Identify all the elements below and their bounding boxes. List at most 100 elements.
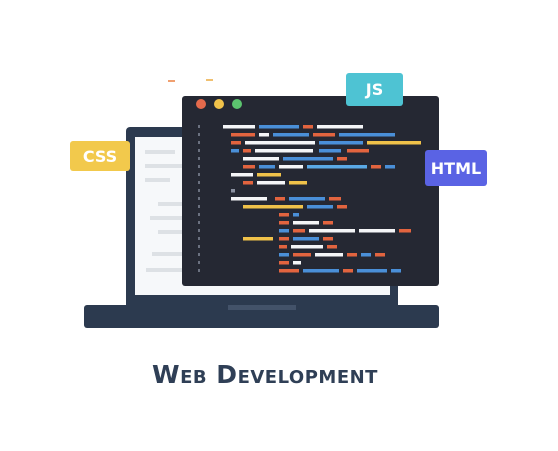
line-number-mark [198,165,200,168]
code-token [257,173,281,177]
code-token [313,133,335,137]
window-dot-red [196,99,206,109]
code-token [291,245,323,249]
html-tag: HTML [425,150,487,186]
code-token [231,173,253,177]
code-token [293,261,301,265]
line-number-mark [198,133,200,136]
line-number-mark [198,269,200,272]
line-number-mark [198,141,200,144]
code-token [391,269,401,273]
code-token [255,149,313,153]
code-token [359,229,395,233]
code-token [231,149,239,153]
code-token [367,141,421,145]
illustration: JS CSS HTML Web Development [0,0,558,447]
css-tag-label: CSS [82,146,118,166]
laptop-base-notch [228,305,296,310]
code-token [243,149,251,153]
line-number-mark [198,189,200,192]
code-token [293,253,311,257]
code-window [182,96,439,286]
line-number-mark [198,245,200,248]
code-token [243,237,273,241]
code-token [357,269,387,273]
code-token [307,205,333,209]
code-token [259,165,275,169]
code-token [339,133,395,137]
line-number-mark [198,253,200,256]
line-number-mark [198,149,200,152]
line-number-mark [198,221,200,224]
code-token [337,157,347,161]
line-number-mark [198,125,200,128]
code-token [279,245,287,249]
line-number-mark [198,197,200,200]
code-token [289,197,325,201]
code-token [245,141,315,145]
code-token [283,157,333,161]
code-token [399,229,411,233]
code-token [375,253,385,257]
code-token [279,237,289,241]
code-window-frame [182,96,439,286]
code-token [303,269,339,273]
code-token [257,181,285,185]
line-number-mark [198,229,200,232]
code-token [231,189,235,193]
code-token [231,133,255,137]
html-tag-label: HTML [430,158,482,178]
caption-title: Web Development [152,360,378,389]
code-token [293,237,319,241]
line-number-mark [198,261,200,264]
code-token [385,165,395,169]
code-token [231,141,241,145]
code-token [343,269,353,273]
code-token [309,229,355,233]
code-token [323,221,333,225]
code-token [279,253,289,257]
decor-dashes [168,79,213,82]
code-token [317,125,363,129]
code-token [273,133,309,137]
code-token [293,221,319,225]
line-number-mark [198,205,200,208]
code-token [319,149,341,153]
code-token [279,213,289,217]
code-token [223,125,255,129]
code-token [361,253,371,257]
code-token [279,221,289,225]
code-token [293,213,299,217]
window-dot-yellow [214,99,224,109]
code-token [289,181,307,185]
code-token [323,237,333,241]
line-number-mark [198,173,200,176]
code-token [275,197,285,201]
code-token [279,229,289,233]
css-tag: CSS [70,141,130,171]
window-dot-green [232,99,242,109]
code-token [231,197,267,201]
code-token [279,165,303,169]
js-tag-label: JS [365,80,384,99]
code-token [327,245,337,249]
code-token [329,197,341,201]
code-token [293,229,305,233]
code-token [371,165,381,169]
code-token [307,165,367,169]
code-token [243,205,303,209]
code-token [259,133,269,137]
code-token [279,269,299,273]
code-token [347,253,357,257]
line-number-mark [198,237,200,240]
code-token [259,125,299,129]
code-token [303,125,313,129]
code-token [279,261,289,265]
line-number-mark [198,157,200,160]
code-token [319,141,363,145]
code-token [243,157,279,161]
line-number-mark [198,181,200,184]
code-token [347,149,369,153]
code-token [315,253,343,257]
code-token [243,181,253,185]
